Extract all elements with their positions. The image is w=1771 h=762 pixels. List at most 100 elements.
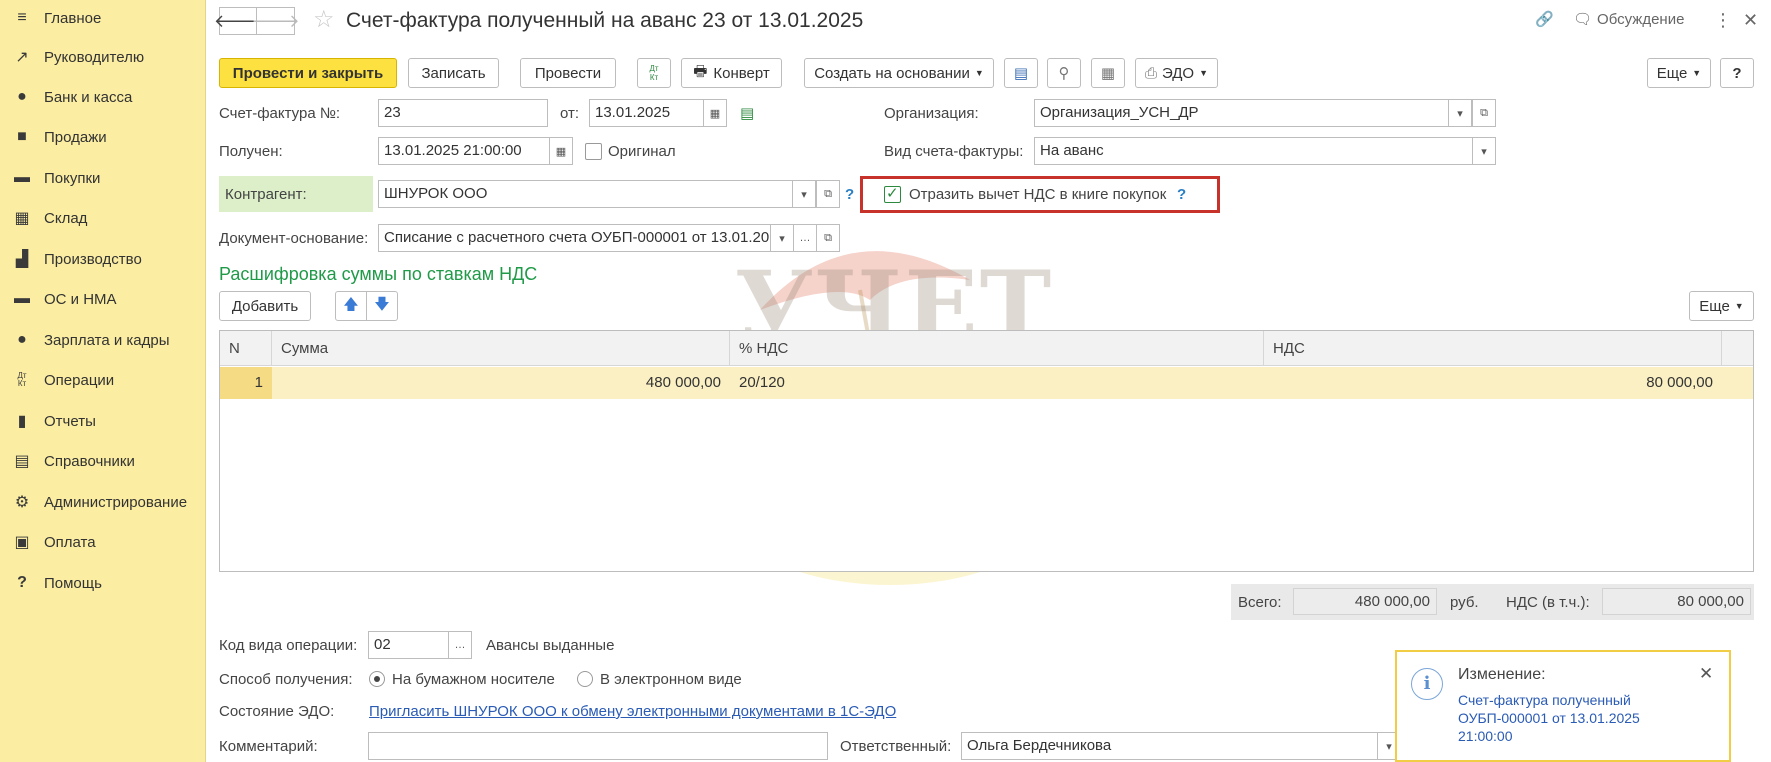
sidebar-item-directories[interactable]: ▤ Справочники — [0, 443, 206, 479]
sidebar-item-warehouse[interactable]: ▦ Склад — [0, 200, 206, 236]
sidebar-item-purchases[interactable]: ▬ Покупки — [0, 160, 206, 196]
document-button[interactable]: ▦ — [1091, 58, 1125, 88]
sidebar-item-reports[interactable]: ▮ Отчеты — [0, 403, 206, 439]
sidebar-item-help[interactable]: ? Помощь — [0, 565, 206, 601]
chevron-down-icon: ▾ — [779, 232, 785, 245]
post-and-close-button[interactable]: Провести и закрыть — [219, 58, 397, 88]
sidebar-item-label: Справочники — [44, 452, 135, 470]
cell-rate[interactable]: 20/120 — [730, 367, 1264, 399]
notification-line-2[interactable]: ОУБП-000001 от 13.01.2025 — [1458, 710, 1640, 726]
invoice-no-field[interactable]: 23 — [378, 99, 548, 127]
link-icon[interactable]: 🔗 — [1535, 10, 1554, 28]
invoice-type-label: Вид счета-фактуры: — [884, 143, 1024, 160]
printer-icon: 🖶 — [693, 62, 708, 80]
column-header-vat[interactable]: НДС — [1264, 331, 1722, 366]
more-vertical-icon[interactable]: ⋮ — [1714, 10, 1732, 31]
cell-vat[interactable]: 80 000,00 — [1264, 367, 1722, 399]
trend-icon: ↗ — [15, 49, 29, 66]
sidebar-item-main[interactable]: ≡ Главное — [0, 0, 206, 36]
received-field[interactable]: 13.01.2025 21:00:00 — [378, 137, 551, 165]
chevron-down-icon: ▼ — [1199, 68, 1209, 78]
counterparty-field[interactable]: ШНУРОК ООО — [378, 180, 794, 208]
create-based-on-button[interactable]: Создать на основании ▼ — [804, 58, 994, 88]
add-row-button[interactable]: Добавить — [219, 291, 311, 321]
document-icon: ▦ — [1100, 65, 1116, 82]
sidebar-item-label: Оплата — [44, 533, 96, 551]
post-label: Провести — [534, 64, 602, 82]
original-checkbox[interactable] — [585, 143, 602, 160]
organization-dropdown-button[interactable]: ▾ — [1448, 99, 1472, 127]
notification-close-icon[interactable]: ✕ — [1699, 664, 1713, 684]
move-down-button[interactable]: 🡇 — [366, 291, 398, 321]
notification-line-1[interactable]: Счет-фактура полученный — [1458, 692, 1631, 708]
cell-sum[interactable]: 480 000,00 — [272, 367, 730, 399]
move-up-button[interactable]: 🡅 — [335, 291, 367, 321]
sidebar-item-sales[interactable]: ■ Продажи — [0, 119, 206, 155]
responsible-label: Ответственный: — [840, 738, 952, 755]
calendar-button[interactable]: ▦ — [703, 99, 727, 127]
sidebar-item-label: Отчеты — [44, 412, 96, 430]
notification-line-3[interactable]: 21:00:00 — [1458, 728, 1513, 744]
column-header-rate[interactable]: % НДС — [730, 331, 1264, 366]
base-doc-field[interactable]: Списание с расчетного счета ОУБП-000001 … — [378, 224, 772, 252]
truck-icon: ▬ — [14, 290, 30, 307]
table-more-button[interactable]: Еще ▼ — [1689, 291, 1754, 321]
structure-button[interactable]: ▤ — [1004, 58, 1038, 88]
sidebar-item-manager[interactable]: ↗ Руководителю — [0, 39, 206, 75]
forward-button[interactable]: 🡒 — [251, 7, 300, 35]
base-doc-select-button[interactable]: … — [793, 224, 817, 252]
counterparty-help-icon[interactable]: ? — [845, 186, 854, 203]
received-label: Получен: — [219, 143, 283, 160]
column-header-n[interactable]: N — [220, 331, 272, 366]
invoice-type-dropdown-button[interactable]: ▾ — [1472, 137, 1496, 165]
sidebar-item-admin[interactable]: ⚙ Администрирование — [0, 484, 206, 520]
sidebar-item-assets[interactable]: ▬ ОС и НМА — [0, 281, 206, 317]
edo-invite-link[interactable]: Пригласить ШНУРОК ООО к обмену электронн… — [369, 703, 896, 720]
op-code-field[interactable]: 02 — [368, 631, 450, 659]
sidebar-item-production[interactable]: ▟ Производство — [0, 241, 206, 277]
dt-kt-button[interactable]: Дт Кт — [637, 58, 671, 88]
edo-button[interactable]: ⎙ ЭДО ▼ — [1135, 58, 1218, 88]
close-icon[interactable]: ✕ — [1743, 10, 1758, 31]
counterparty-open-button[interactable]: ⧉ — [816, 180, 840, 208]
base-doc-dropdown-button[interactable]: ▾ — [770, 224, 794, 252]
responsible-field[interactable]: Ольга Бердечникова — [961, 732, 1379, 760]
nav-buttons: 🡐 🡒 — [214, 7, 300, 35]
vat-deduction-checkbox[interactable]: ✓ — [884, 185, 901, 203]
sidebar-item-payment[interactable]: ▣ Оплата — [0, 524, 206, 560]
checkmark-icon: ✓ — [886, 185, 899, 202]
help-button[interactable]: ? — [1720, 58, 1754, 88]
sidebar-item-hr[interactable]: ● Зарплата и кадры — [0, 322, 206, 358]
paper-radio[interactable] — [369, 671, 385, 687]
counterparty-label: Контрагент: — [225, 186, 307, 203]
column-header-sum[interactable]: Сумма — [272, 331, 730, 366]
electronic-radio[interactable] — [577, 671, 593, 687]
received-calendar-button[interactable]: ▦ — [549, 137, 573, 165]
post-button[interactable]: Провести — [520, 58, 616, 88]
invoice-type-field[interactable]: На аванс — [1034, 137, 1474, 165]
envelope-button[interactable]: 🖶 Конверт — [681, 58, 782, 88]
op-code-select-button[interactable]: … — [448, 631, 472, 659]
discussion-button[interactable]: 🗨 Обсуждение — [1573, 10, 1684, 29]
factory-icon: ▟ — [15, 251, 29, 268]
more-button[interactable]: Еще ▼ — [1647, 58, 1711, 88]
organization-field[interactable]: Организация_УСН_ДР — [1034, 99, 1450, 127]
comment-field[interactable] — [368, 732, 828, 760]
register-icon[interactable]: ▤ — [740, 104, 754, 122]
counterparty-dropdown-button[interactable]: ▾ — [792, 180, 816, 208]
organization-open-button[interactable]: ⧉ — [1472, 99, 1496, 127]
date-field[interactable]: 13.01.2025 — [589, 99, 705, 127]
sidebar-item-label: Банк и касса — [44, 88, 133, 106]
sidebar-item-bank[interactable]: ● Банк и касса — [0, 79, 206, 115]
attachment-button[interactable]: ⚲ — [1047, 58, 1081, 88]
sidebar-item-operations[interactable]: Дт Кт Операции — [0, 362, 206, 398]
vat-deduction-help-icon[interactable]: ? — [1177, 186, 1186, 203]
cell-n: 1 — [220, 367, 272, 399]
books-icon: ▤ — [14, 453, 30, 470]
bar-chart-icon: ▮ — [17, 413, 27, 430]
base-doc-open-button[interactable]: ⧉ — [816, 224, 840, 252]
table-row[interactable]: 1 480 000,00 20/120 80 000,00 — [220, 367, 1753, 399]
save-button[interactable]: Записать — [408, 58, 499, 88]
favorite-star-icon[interactable]: ☆ — [313, 5, 335, 34]
sidebar-item-label: Зарплата и кадры — [44, 331, 170, 349]
